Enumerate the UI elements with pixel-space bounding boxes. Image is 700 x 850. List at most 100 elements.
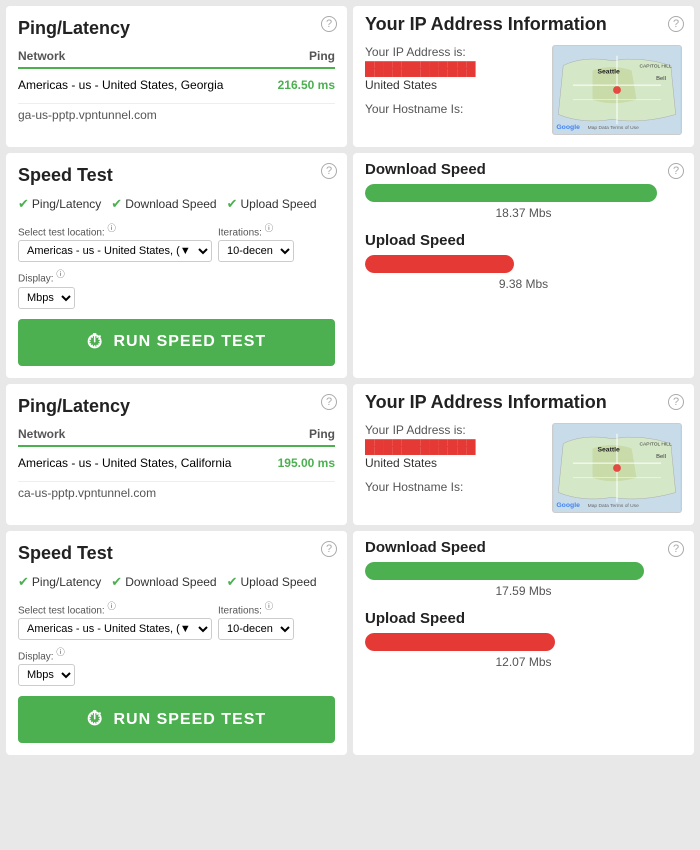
- map-thumbnail-2: Google Map Data Terms of Use Seattle CAP…: [552, 423, 682, 513]
- download-section-1: Download Speed 18.37 Mbs: [365, 161, 682, 220]
- ping-row-1: Americas - us - United States, Georgia 2…: [18, 75, 335, 95]
- help-icon-2[interactable]: ?: [321, 394, 337, 410]
- iterations-select-1[interactable]: 10-decen 5: [218, 240, 294, 262]
- ping-title-2: Ping/Latency: [18, 396, 335, 417]
- checkbox-download-label-2: Download Speed: [125, 575, 216, 589]
- ping-row-2: Americas - us - United States, Californi…: [18, 453, 335, 473]
- location-label-1: Select test location: ⓘ: [18, 222, 212, 238]
- location-label-2: Select test location: ⓘ: [18, 600, 212, 616]
- help-icon-ip-2[interactable]: ?: [668, 394, 684, 410]
- iterations-group-2: Iterations: ⓘ 10-decen 5: [218, 600, 294, 640]
- help-icon-results-1[interactable]: ?: [668, 163, 684, 179]
- hostname-2: ca-us-pptp.vpntunnel.com: [18, 481, 335, 504]
- checkbox-upload-1[interactable]: ✔ Upload Speed: [227, 196, 317, 212]
- checkbox-download-2[interactable]: ✔ Download Speed: [111, 574, 216, 590]
- speedtest-title-1: Speed Test: [18, 165, 335, 186]
- network-col-label-2: Network: [18, 427, 65, 441]
- checkbox-upload-label-2: Upload Speed: [241, 575, 317, 589]
- ip-card-1: ? Your IP Address Information Your IP Ad…: [353, 6, 694, 147]
- ip-title-1: Your IP Address Information: [365, 14, 682, 35]
- speedtest-card-1: ? Speed Test ✔ Ping/Latency ✔ Download S…: [6, 153, 347, 378]
- form-row-1: Select test location: ⓘ Americas - us - …: [18, 222, 335, 309]
- ip-info-1: Your IP Address is: ████████████ United …: [365, 45, 542, 116]
- upload-bar-container-1: [365, 255, 682, 273]
- check-icon-download-2: ✔: [111, 574, 122, 590]
- checkbox-download-label-1: Download Speed: [125, 197, 216, 211]
- speedtest-title-2: Speed Test: [18, 543, 335, 564]
- checkbox-upload-label-1: Upload Speed: [241, 197, 317, 211]
- checkbox-upload-2[interactable]: ✔ Upload Speed: [227, 574, 317, 590]
- ip-hostname-label-1: Your Hostname Is:: [365, 102, 542, 116]
- svg-text:CAPITOL HILL: CAPITOL HILL: [639, 64, 672, 70]
- help-icon-speed-1[interactable]: ?: [321, 163, 337, 179]
- ip-country-1: United States: [365, 78, 542, 92]
- display-label-2: Display: ⓘ: [18, 646, 75, 662]
- ip-address-2: ████████████: [365, 439, 542, 454]
- ping-header-2: Network Ping: [18, 427, 335, 447]
- ping-ms-1: 216.50 ms: [278, 78, 335, 92]
- ip-row-1: Your IP Address is: ████████████ United …: [365, 45, 682, 135]
- location-select-1[interactable]: Americas - us - United States, (▼ Americ…: [18, 240, 212, 262]
- download-bar-container-2: [365, 562, 682, 580]
- check-icon-upload-2: ✔: [227, 574, 238, 590]
- ip-card-2: ? Your IP Address Information Your IP Ad…: [353, 384, 694, 525]
- hostname-1: ga-us-pptp.vpntunnel.com: [18, 103, 335, 126]
- ip-hostname-label-2: Your Hostname Is:: [365, 480, 542, 494]
- check-icon-ping-2: ✔: [18, 574, 29, 590]
- download-title-1: Download Speed: [365, 161, 682, 178]
- iterations-label-2: Iterations: ⓘ: [218, 600, 294, 616]
- check-icon-download-1: ✔: [111, 196, 122, 212]
- run-speed-test-btn-2[interactable]: ⏱ RUN SPEED TEST: [18, 696, 335, 743]
- checkboxes-2: ✔ Ping/Latency ✔ Download Speed ✔ Upload…: [18, 574, 335, 590]
- form-row-2: Select test location: ⓘ Americas - us - …: [18, 600, 335, 687]
- help-icon-1[interactable]: ?: [321, 16, 337, 32]
- checkbox-ping-2[interactable]: ✔ Ping/Latency: [18, 574, 101, 590]
- svg-text:Google: Google: [556, 124, 580, 131]
- location-group-2: Select test location: ⓘ Americas - us - …: [18, 600, 212, 640]
- upload-value-2: 12.07 Mbs: [365, 655, 682, 669]
- run-btn-label-1: RUN SPEED TEST: [113, 333, 266, 351]
- checkboxes-1: ✔ Ping/Latency ✔ Download Speed ✔ Upload…: [18, 196, 335, 212]
- speedometer-icon-2: ⏱: [87, 708, 104, 731]
- upload-section-2: Upload Speed 12.07 Mbs: [365, 610, 682, 669]
- speed-results-card-2: ? Download Speed 17.59 Mbs Upload Speed …: [353, 531, 694, 756]
- svg-text:Seattle: Seattle: [597, 446, 620, 453]
- check-icon-ping-1: ✔: [18, 196, 29, 212]
- speedometer-icon-1: ⏱: [87, 331, 104, 354]
- help-icon-results-2[interactable]: ?: [668, 541, 684, 557]
- iterations-select-2[interactable]: 10-decen 5: [218, 618, 294, 640]
- display-label-1: Display: ⓘ: [18, 268, 75, 284]
- download-section-2: Download Speed 17.59 Mbs: [365, 539, 682, 598]
- ip-row-2: Your IP Address is: ████████████ United …: [365, 423, 682, 513]
- download-value-2: 17.59 Mbs: [365, 584, 682, 598]
- map-thumbnail-1: Google Map Data Terms of Use Seattle CAP…: [552, 45, 682, 135]
- checkbox-ping-label-2: Ping/Latency: [32, 575, 101, 589]
- checkbox-ping-1[interactable]: ✔ Ping/Latency: [18, 196, 101, 212]
- checkbox-download-1[interactable]: ✔ Download Speed: [111, 196, 216, 212]
- ip-address-1: ████████████: [365, 61, 542, 76]
- network-value-1: Americas - us - United States, Georgia: [18, 78, 223, 92]
- location-select-2[interactable]: Americas - us - United States, (▼ Americ…: [18, 618, 212, 640]
- ip-label-1: Your IP Address is:: [365, 45, 542, 59]
- download-bar-1: [365, 184, 657, 202]
- display-select-1[interactable]: Mbps Kbps: [18, 287, 75, 309]
- ping-ms-2: 195.00 ms: [278, 456, 335, 470]
- help-icon-speed-2[interactable]: ?: [321, 541, 337, 557]
- svg-text:Google: Google: [556, 502, 580, 509]
- ping-col-label-2: Ping: [309, 427, 335, 441]
- download-bar-container-1: [365, 184, 682, 202]
- help-icon-ip-1[interactable]: ?: [668, 16, 684, 32]
- speed-results-card-1: ? Download Speed 18.37 Mbs Upload Speed …: [353, 153, 694, 378]
- run-speed-test-btn-1[interactable]: ⏱ RUN SPEED TEST: [18, 319, 335, 366]
- svg-text:Seattle: Seattle: [597, 68, 620, 75]
- svg-text:Bell: Bell: [656, 76, 666, 82]
- network-col-label: Network: [18, 49, 65, 63]
- upload-bar-1: [365, 255, 514, 273]
- upload-title-1: Upload Speed: [365, 232, 682, 249]
- iterations-label-1: Iterations: ⓘ: [218, 222, 294, 238]
- display-group-1: Display: ⓘ Mbps Kbps: [18, 268, 75, 308]
- upload-bar-2: [365, 633, 555, 651]
- display-select-2[interactable]: Mbps Kbps: [18, 664, 75, 686]
- svg-text:CAPITOL HILL: CAPITOL HILL: [639, 441, 672, 447]
- location-group-1: Select test location: ⓘ Americas - us - …: [18, 222, 212, 262]
